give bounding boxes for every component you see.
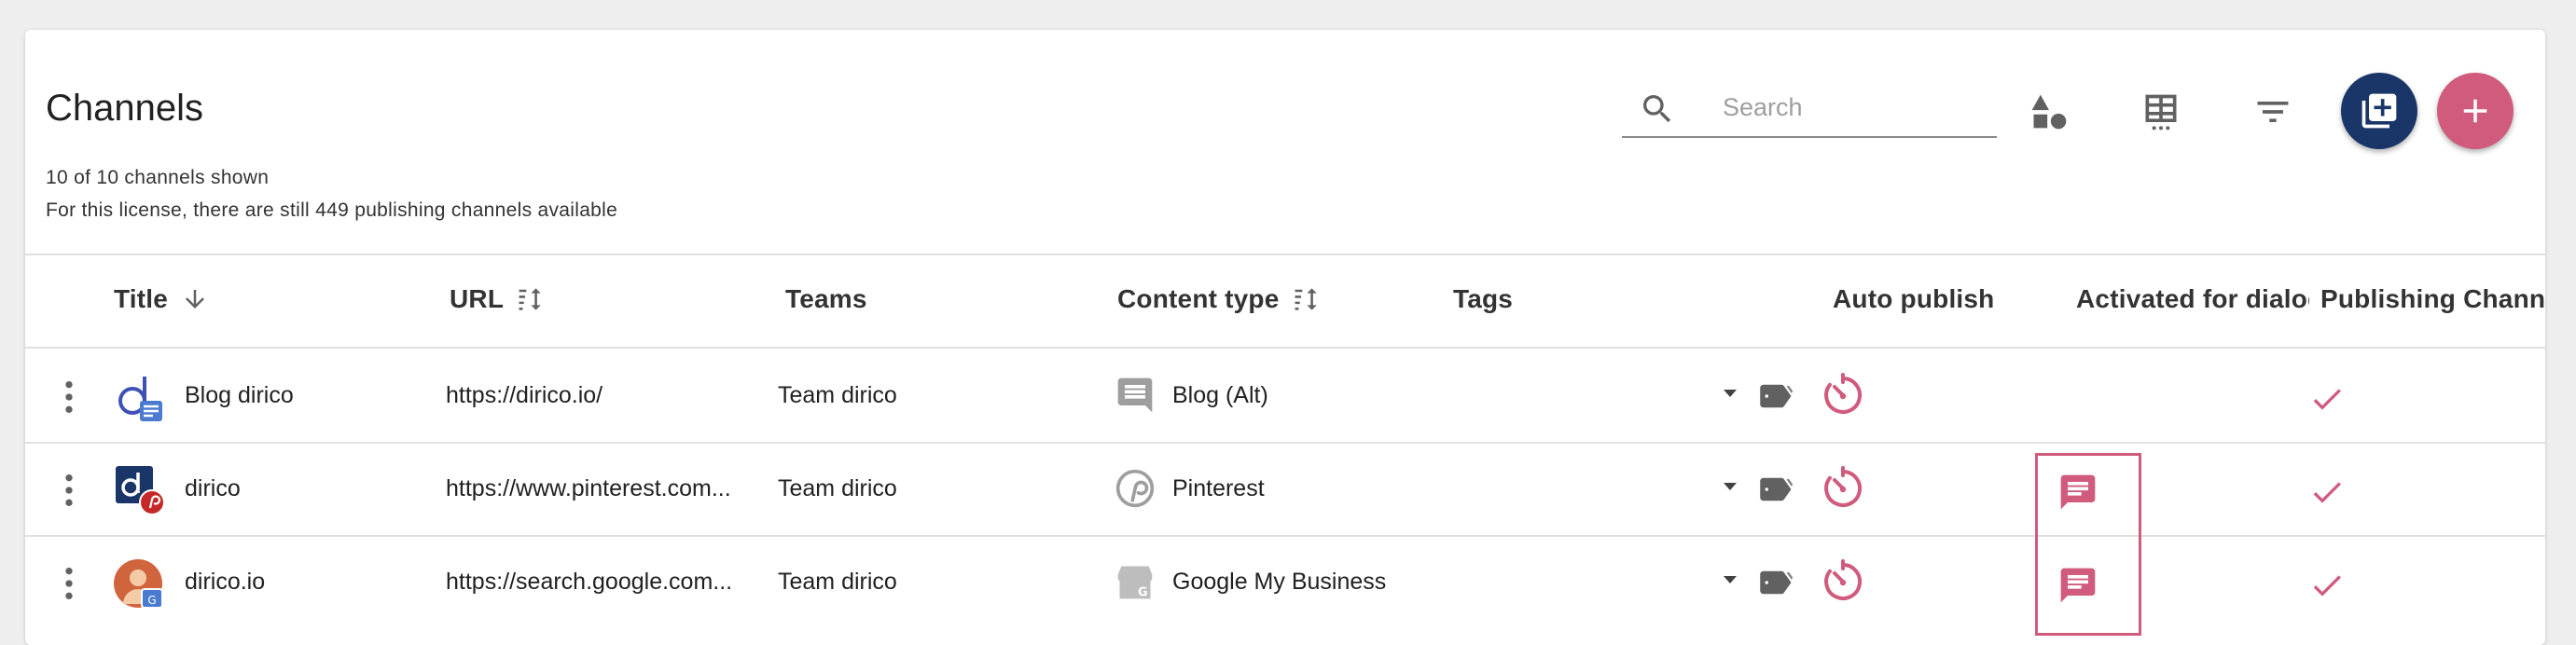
pinterest-icon [1115, 469, 1155, 508]
content-type-label: Google My Business [1172, 568, 1387, 595]
comment-icon [1117, 377, 1153, 413]
column-header-url[interactable]: URL [450, 283, 550, 315]
tags-icon[interactable] [1755, 470, 1794, 509]
column-header-content-type[interactable]: Content type [1117, 283, 1326, 315]
auto-publish-timer-icon[interactable] [1821, 373, 1865, 418]
channels-card: Channels 10 of 10 channels shown For thi… [25, 30, 2545, 645]
table-row[interactable]: G dirico.io https://search.google.com...… [25, 535, 2545, 628]
pinterest-avatar-icon [116, 466, 165, 515]
more-vert-icon[interactable] [61, 378, 77, 416]
dropdown-arrow-icon[interactable] [1719, 382, 1741, 405]
add-icon [2463, 99, 2487, 123]
channel-title[interactable]: dirico [185, 442, 241, 535]
page-title: Channels [46, 88, 204, 129]
add-channel-group-button[interactable] [2341, 73, 2417, 149]
auto-publish-timer-icon[interactable] [1821, 466, 1865, 511]
auto-publish-timer-icon[interactable] [1821, 559, 1865, 604]
channel-title[interactable]: dirico.io [185, 535, 265, 628]
dialog-highlight-frame [2035, 453, 2141, 636]
blog-avatar-icon [118, 377, 162, 421]
filter-button[interactable] [2239, 78, 2306, 145]
channel-team: Team dirico [778, 568, 897, 595]
sort-descending-icon [186, 290, 205, 309]
channel-team: Team dirico [778, 474, 897, 501]
table-row[interactable]: dirico https://www.pinterest.com... Team… [25, 442, 2545, 535]
table-row[interactable]: Blog dirico https://dirico.io/ Team diri… [25, 349, 2545, 442]
column-header-activated-for-dialog: Activated for dialog [2076, 284, 2309, 313]
column-header-publishing-channel: Publishing Channel [2320, 284, 2545, 313]
add-channel-button[interactable] [2437, 73, 2514, 149]
license-note: For this license, there are still 449 pu… [46, 199, 618, 221]
more-vert-icon[interactable] [61, 472, 77, 509]
shapes-button[interactable] [2015, 78, 2083, 145]
channel-url[interactable]: https://www.pinterest.com... [446, 442, 754, 535]
filter-icon [2257, 102, 2289, 122]
content-type-cell: Pinterest [1115, 442, 1265, 535]
content-type-cell: Blog (Alt) [1115, 349, 1268, 442]
channel-title[interactable]: Blog dirico [185, 349, 294, 442]
add-box-icon [2361, 93, 2397, 129]
channel-url[interactable]: https://search.google.com... [446, 535, 754, 628]
search-input[interactable] [1723, 89, 1984, 126]
column-header-tags: Tags [1453, 284, 1514, 313]
shapes-icon [2031, 94, 2067, 130]
divider [25, 254, 2545, 255]
tags-icon[interactable] [1755, 377, 1794, 416]
sort-icon [519, 288, 541, 310]
dropdown-arrow-icon[interactable] [1719, 569, 1741, 591]
more-vert-icon[interactable] [61, 565, 77, 602]
content-type-label: Blog (Alt) [1172, 381, 1268, 408]
sort-icon [1295, 288, 1317, 310]
table-view-icon [2145, 94, 2177, 130]
channel-url[interactable]: https://dirico.io/ [446, 349, 754, 442]
user-avatar-icon: G [114, 559, 163, 609]
check-icon [2313, 389, 2341, 410]
dropdown-arrow-icon[interactable] [1719, 475, 1741, 498]
channel-team: Team dirico [778, 381, 897, 408]
content-type-cell: G Google My Business [1115, 535, 1386, 628]
check-icon [2313, 575, 2341, 597]
content-type-label: Pinterest [1172, 474, 1265, 501]
column-header-title[interactable]: Title [114, 283, 209, 315]
google-my-business-icon: G [1117, 566, 1153, 600]
channel-count: 10 of 10 channels shown [46, 167, 270, 188]
search-icon [1643, 95, 1671, 123]
svg-text:G: G [147, 594, 156, 607]
search-field [1622, 79, 1997, 138]
tags-icon[interactable] [1755, 563, 1794, 602]
column-header-auto-publish: Auto publish [1833, 284, 1995, 313]
table-view-button[interactable] [2127, 78, 2195, 145]
column-header-teams: Teams [785, 284, 867, 313]
check-icon [2313, 482, 2341, 503]
svg-text:G: G [1138, 586, 1148, 600]
